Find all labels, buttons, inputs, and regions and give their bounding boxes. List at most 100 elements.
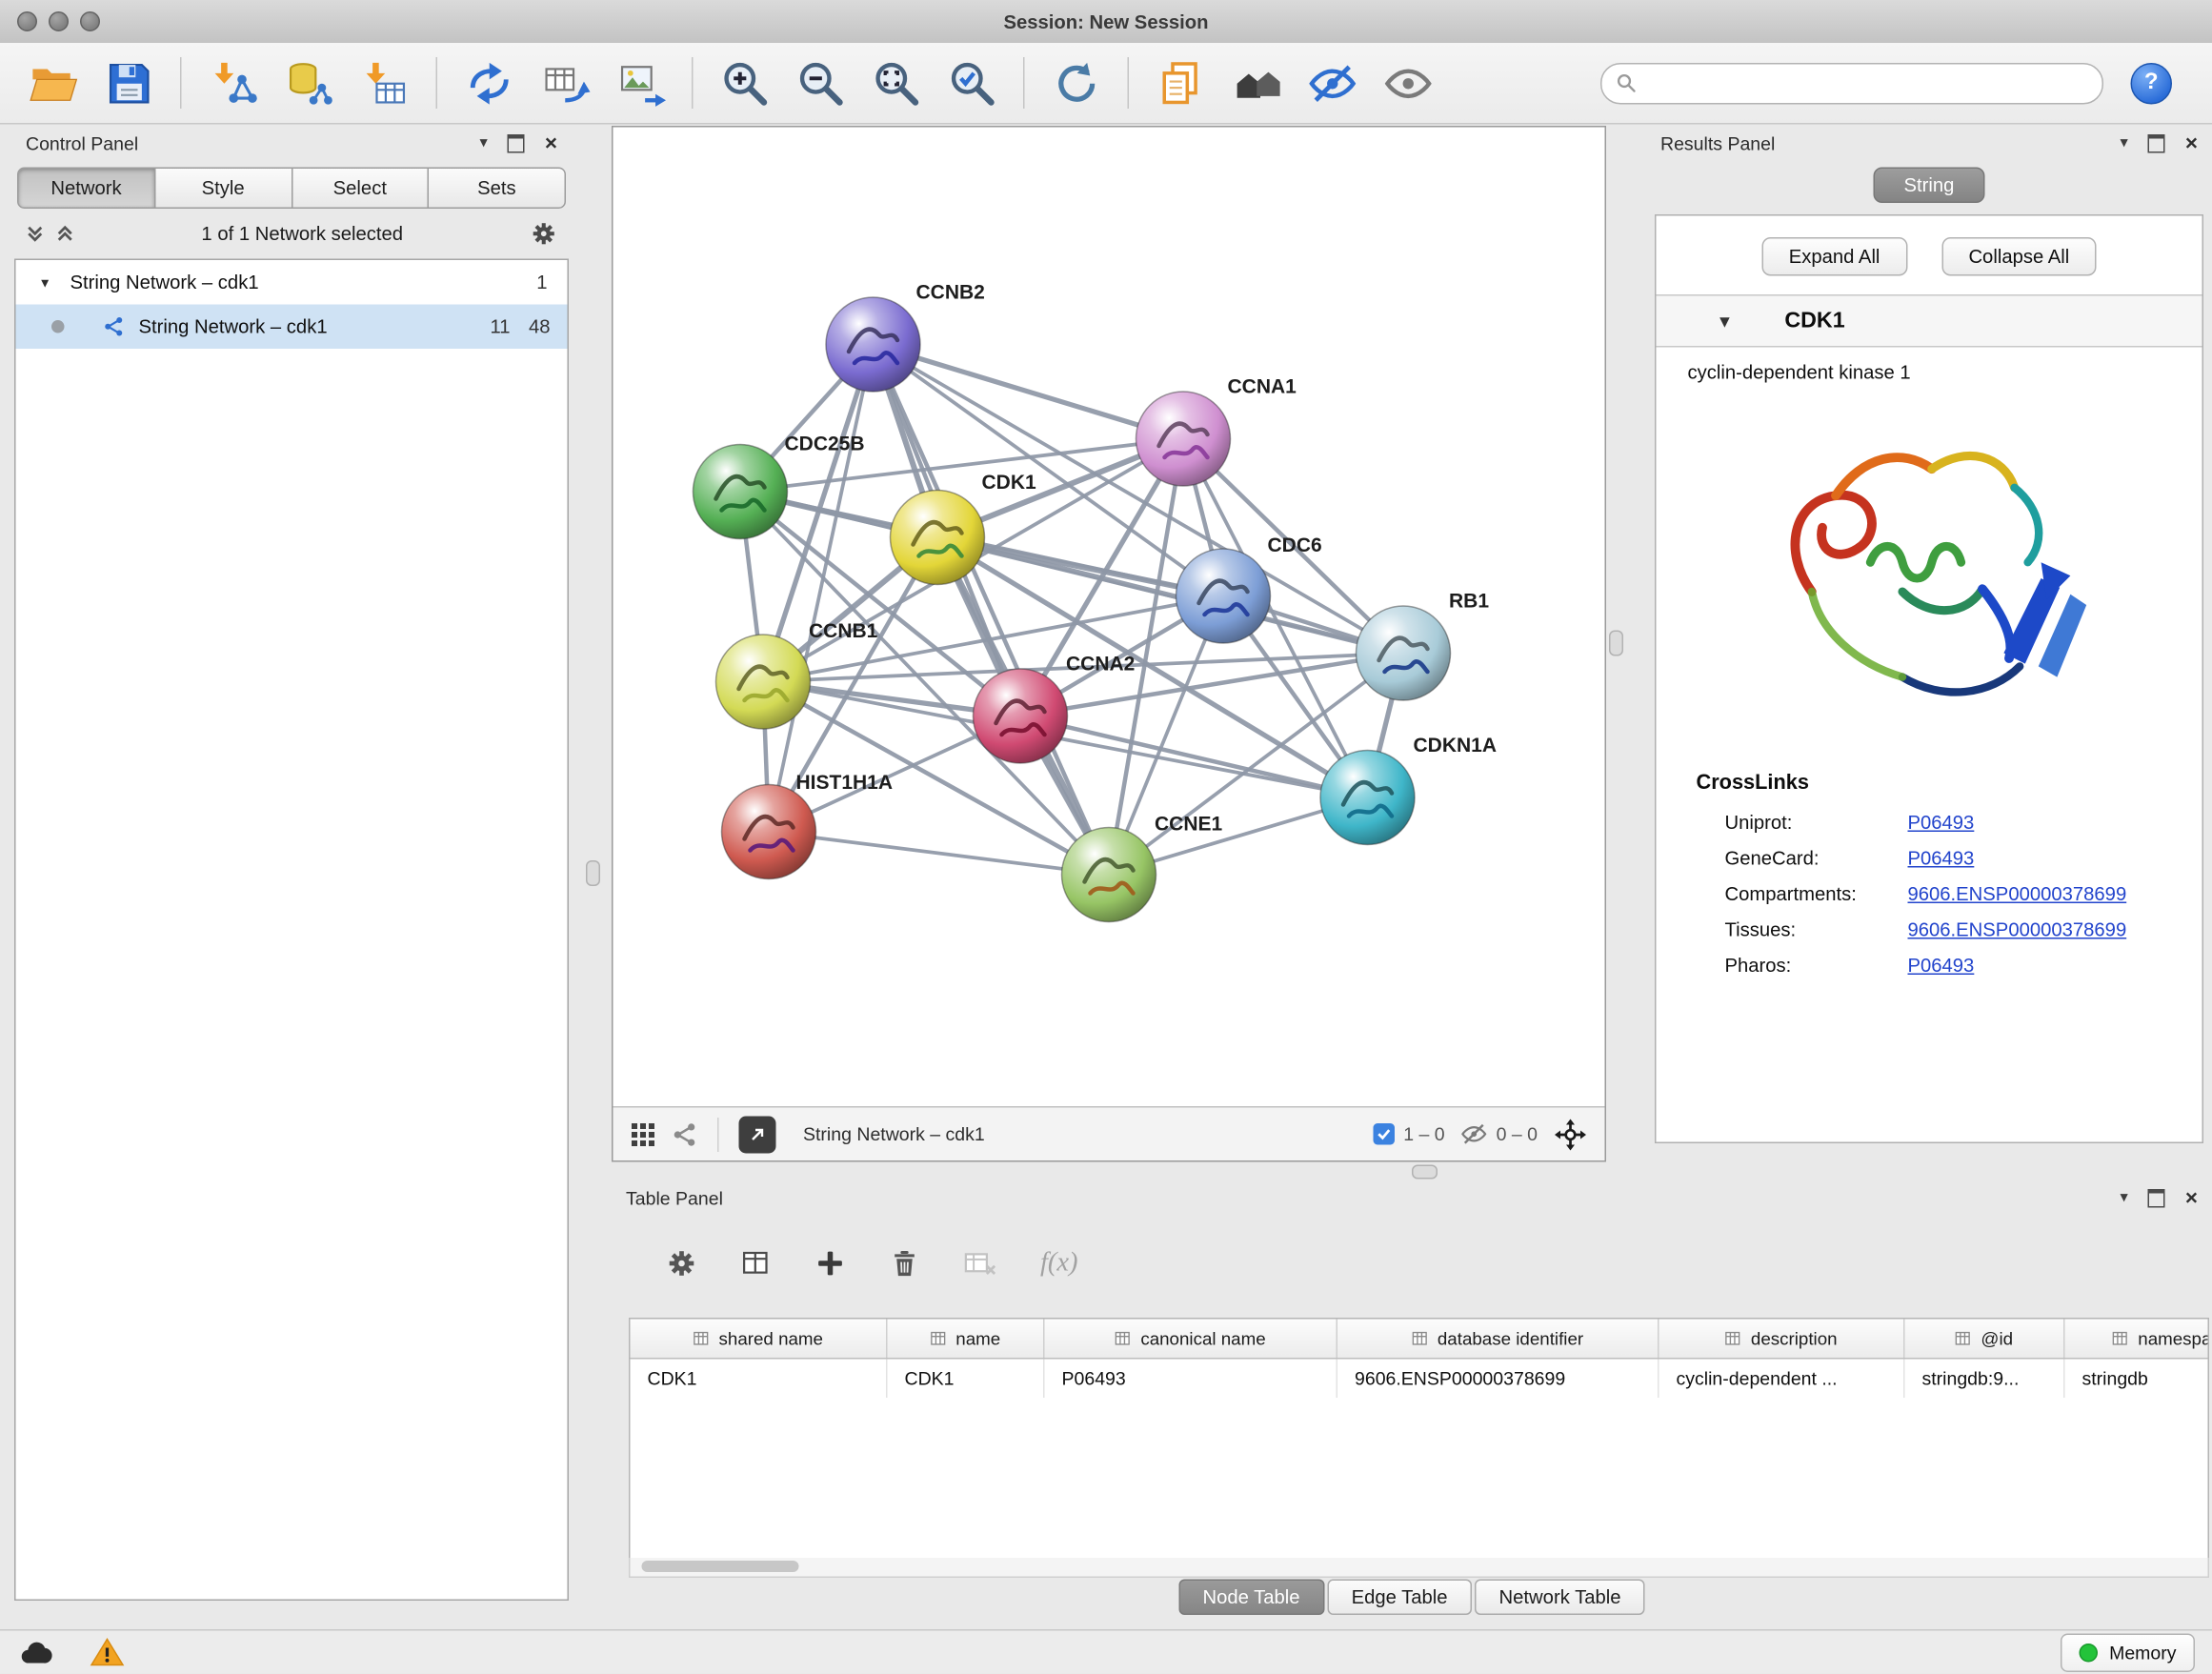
network-node-ccnb1[interactable] [716, 635, 811, 729]
open-session-button[interactable] [20, 50, 86, 116]
tab-network[interactable]: Network [17, 168, 155, 210]
help-button[interactable]: ? [2131, 62, 2173, 104]
scrollbar-thumb[interactable] [642, 1561, 799, 1572]
network-node-rb1[interactable] [1357, 606, 1451, 700]
column-header-name[interactable]: name [888, 1320, 1045, 1359]
create-column-plus-icon[interactable] [814, 1248, 846, 1280]
tab-node-table[interactable]: Node Table [1178, 1580, 1324, 1616]
tab-select[interactable]: Select [292, 168, 430, 210]
export-table-button[interactable] [532, 50, 597, 116]
table-cell[interactable]: CDK1 [888, 1360, 1045, 1399]
import-table-file-button[interactable] [352, 50, 417, 116]
column-header-database-identifier[interactable]: database identifier [1337, 1320, 1659, 1359]
zoom-selected-button[interactable] [939, 50, 1005, 116]
eye-button[interactable] [1375, 50, 1440, 116]
delete-column-trash-icon[interactable] [889, 1248, 920, 1280]
network-node-cdc25b[interactable] [694, 445, 788, 539]
column-header-namespace[interactable]: namespace [2065, 1320, 2210, 1359]
table-cell[interactable]: stringdb:9... [1905, 1360, 2065, 1399]
collapse-all-button[interactable]: Collapse All [1941, 237, 2097, 276]
float-panel-icon[interactable] [508, 133, 525, 152]
tab-string[interactable]: String [1874, 168, 1984, 204]
maximize-window-button[interactable] [80, 11, 100, 31]
network-edge[interactable] [769, 832, 1109, 875]
panel-menu-icon[interactable]: ▾ [2121, 1190, 2128, 1206]
table-settings-gear-icon[interactable] [666, 1248, 697, 1280]
show-columns-icon[interactable] [740, 1248, 772, 1280]
search-input[interactable] [1646, 71, 2088, 95]
close-window-button[interactable] [17, 11, 37, 31]
export-image-button[interactable] [608, 50, 674, 116]
network-view[interactable]: CCNB2CCNA1CDC25BCDK1CDC6RB1CCNB1CCNA2CDK… [612, 126, 1606, 1162]
network-edge[interactable] [874, 345, 1110, 876]
chevron-double-down-icon[interactable] [26, 225, 45, 244]
network-node-hist1h1a[interactable] [722, 785, 816, 879]
grid-mode-button[interactable] [631, 1121, 656, 1147]
table-row[interactable]: CDK1CDK1P064939606.ENSP00000378699cyclin… [631, 1360, 2208, 1399]
vertical-splitter-handle[interactable] [1609, 631, 1623, 656]
float-panel-icon[interactable] [2148, 1188, 2165, 1207]
network-row[interactable]: String Network – cdk1 11 48 [16, 305, 568, 350]
tab-sets[interactable]: Sets [429, 168, 566, 210]
warning-icon[interactable] [90, 1637, 125, 1668]
memory-button[interactable]: Memory [2061, 1633, 2195, 1672]
table-cell[interactable]: cyclin-dependent ... [1659, 1360, 1905, 1399]
chevron-double-up-icon[interactable] [56, 225, 75, 244]
eye-slash-button[interactable] [1299, 50, 1365, 116]
expander-triangle-icon[interactable]: ▼ [39, 275, 56, 290]
panel-menu-icon[interactable]: ▾ [480, 135, 488, 151]
export-network-button[interactable] [456, 50, 522, 116]
expand-all-button[interactable]: Expand All [1761, 237, 1907, 276]
import-network-database-button[interactable] [276, 50, 342, 116]
network-overview-button[interactable] [672, 1121, 697, 1147]
network-node-ccna2[interactable] [974, 669, 1068, 763]
network-node-ccne1[interactable] [1062, 828, 1156, 922]
column-header-shared-name[interactable]: shared name [631, 1320, 888, 1359]
vertical-splitter-handle[interactable] [586, 860, 600, 886]
table-cell[interactable]: 9606.ENSP00000378699 [1337, 1360, 1659, 1399]
refresh-button[interactable] [1043, 50, 1109, 116]
save-session-button[interactable] [96, 50, 162, 116]
import-network-file-button[interactable] [200, 50, 266, 116]
network-collection-row[interactable]: ▼ String Network – cdk1 1 [16, 260, 568, 305]
column-header-canonical-name[interactable]: canonical name [1045, 1320, 1338, 1359]
cloud-status-icon[interactable] [17, 1637, 56, 1668]
crosslink-value-link[interactable]: P06493 [1908, 848, 1975, 870]
crosshair-button[interactable] [1554, 1117, 1588, 1151]
table-cell[interactable]: P06493 [1045, 1360, 1338, 1399]
search-field[interactable] [1600, 62, 2103, 104]
tab-style[interactable]: Style [155, 168, 292, 210]
table-cell[interactable]: stringdb [2065, 1360, 2210, 1399]
function-builder-button[interactable]: f(x) [1040, 1248, 1078, 1280]
node-table[interactable]: shared namenamecanonical namedatabase id… [629, 1318, 2209, 1561]
panel-menu-icon[interactable]: ▾ [2121, 135, 2128, 151]
crosslink-value-link[interactable]: P06493 [1908, 812, 1975, 834]
document-copy-button[interactable] [1148, 50, 1214, 116]
crosslink-value-link[interactable]: 9606.ENSP00000378699 [1908, 919, 2127, 941]
close-panel-icon[interactable]: × [545, 132, 557, 154]
horizontal-splitter-handle[interactable] [1412, 1165, 1438, 1180]
column-header--id[interactable]: @id [1905, 1320, 2065, 1359]
close-panel-icon[interactable]: × [2185, 1187, 2198, 1209]
network-node-ccnb2[interactable] [826, 297, 920, 392]
tab-edge-table[interactable]: Edge Table [1327, 1580, 1472, 1616]
network-node-ccna1[interactable] [1136, 392, 1231, 486]
float-panel-icon[interactable] [2148, 133, 2165, 152]
protein-section-header[interactable]: ▼ CDK1 [1657, 294, 2202, 348]
table-horizontal-scrollbar[interactable] [629, 1558, 2209, 1578]
tab-network-table[interactable]: Network Table [1475, 1580, 1645, 1616]
network-node-cdk1[interactable] [891, 491, 985, 585]
zoom-in-button[interactable] [712, 50, 777, 116]
minimize-window-button[interactable] [49, 11, 69, 31]
open-in-new-button[interactable] [739, 1116, 776, 1153]
network-node-cdkn1a[interactable] [1320, 751, 1415, 845]
zoom-fit-button[interactable] [863, 50, 929, 116]
network-canvas[interactable]: CCNB2CCNA1CDC25BCDK1CDC6RB1CCNB1CCNA2CDK… [613, 128, 1605, 1108]
gear-icon[interactable] [531, 220, 558, 248]
network-node-cdc6[interactable] [1176, 549, 1271, 643]
home-button[interactable] [1223, 50, 1289, 116]
zoom-out-button[interactable] [788, 50, 854, 116]
network-edge[interactable] [874, 345, 1184, 439]
selected-nodes-checkbox-icon[interactable] [1374, 1123, 1396, 1145]
crosslink-value-link[interactable]: P06493 [1908, 955, 1975, 977]
